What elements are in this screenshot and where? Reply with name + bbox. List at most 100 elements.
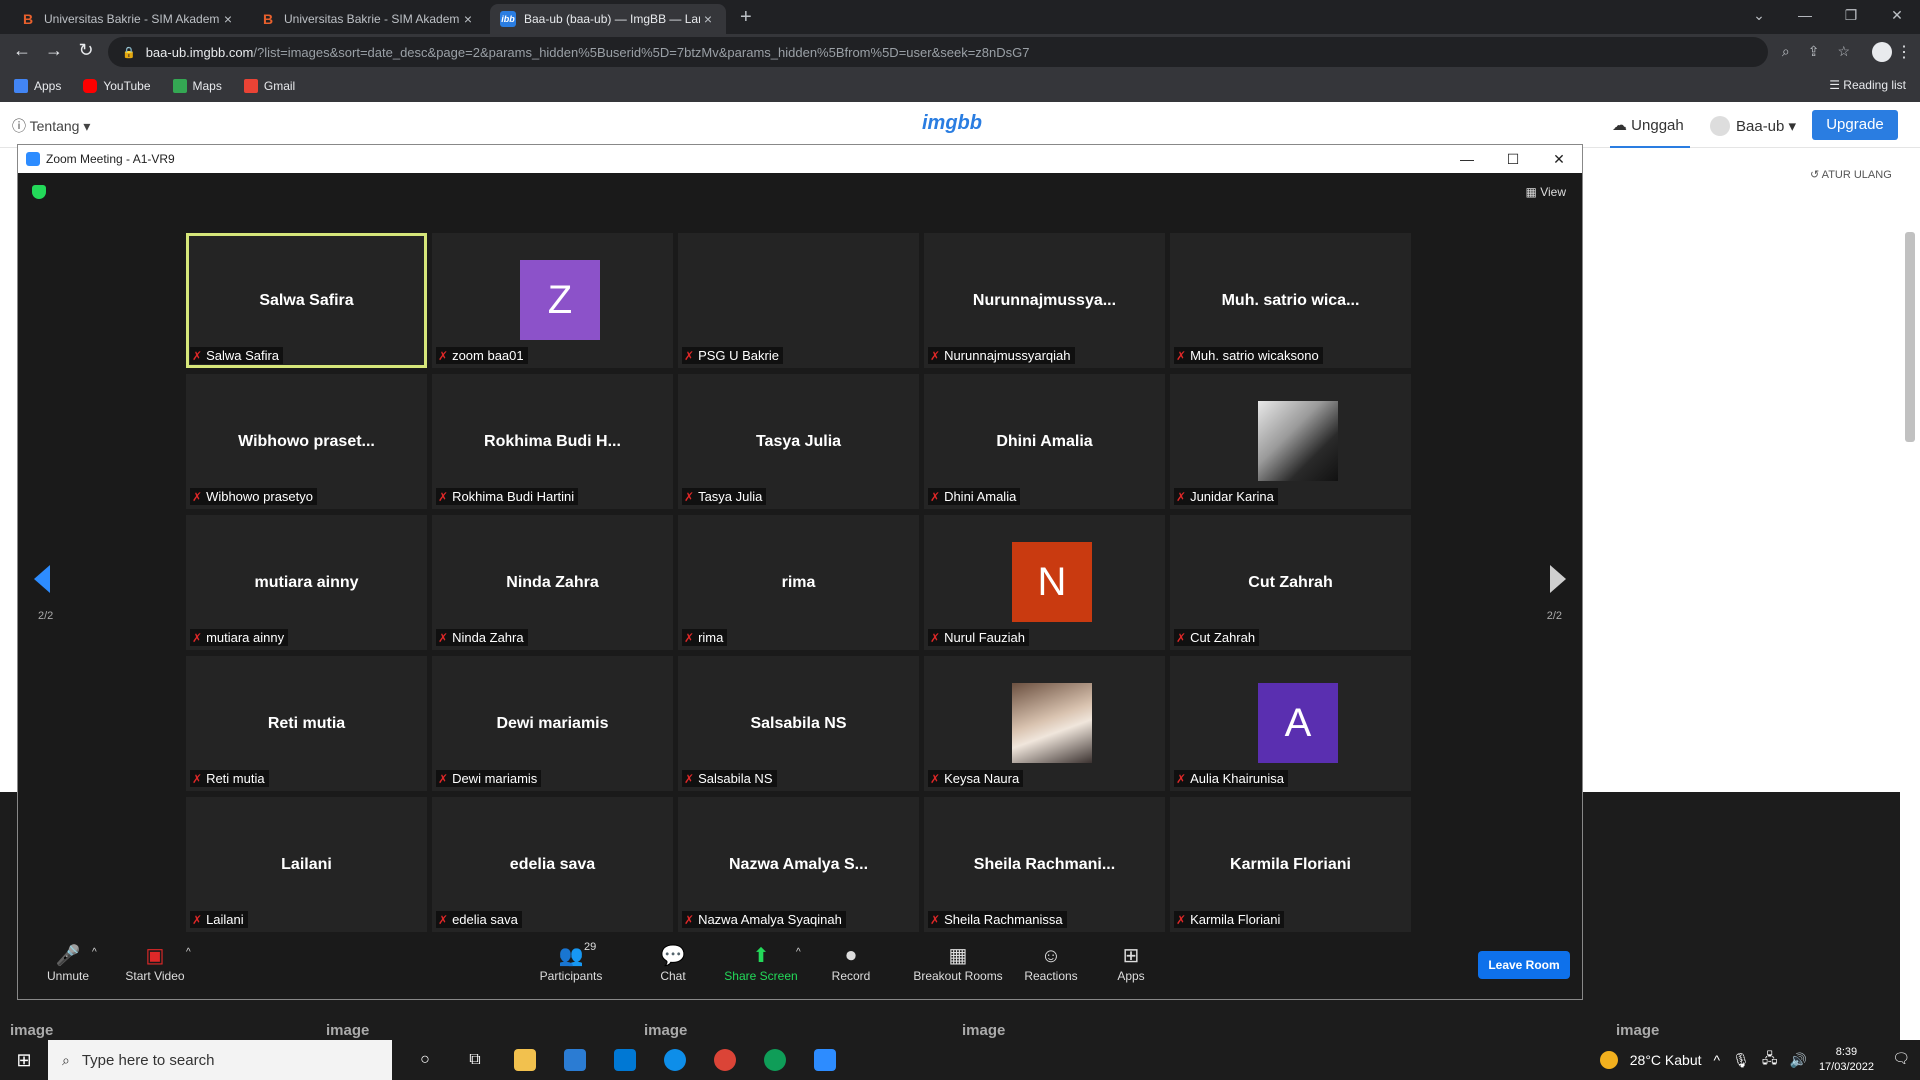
- bookmark-star-icon[interactable]: ☆: [1837, 43, 1850, 60]
- participants-button[interactable]: 👥 Participants: [526, 943, 616, 983]
- restore-button[interactable]: ❐: [1828, 0, 1874, 34]
- participant-tile[interactable]: N ✗ Nurul Fauziah: [924, 515, 1165, 650]
- participant-tile[interactable]: Tasya Julia ✗ Tasya Julia: [678, 374, 919, 509]
- participant-tile[interactable]: Ninda Zahra ✗ Ninda Zahra: [432, 515, 673, 650]
- participant-tile[interactable]: ✗ Junidar Karina: [1170, 374, 1411, 509]
- zoom-app-icon[interactable]: [800, 1040, 850, 1080]
- chrome-menu-icon[interactable]: ⋮: [1896, 42, 1912, 62]
- chrome-icon[interactable]: [700, 1040, 750, 1080]
- tab-search-icon[interactable]: ⌄: [1736, 0, 1782, 34]
- taskbar-pinned-apps: ○ ⧉: [400, 1040, 850, 1080]
- apps-button[interactable]: ⊞ Apps: [1086, 943, 1176, 983]
- next-page-arrow-icon[interactable]: [1550, 565, 1566, 593]
- participant-tile[interactable]: Z ✗ zoom baa01: [432, 233, 673, 368]
- participant-tile[interactable]: Salwa Safira ✗ Salwa Safira: [186, 233, 427, 368]
- close-tab-icon[interactable]: ×: [700, 11, 716, 27]
- weather-icon[interactable]: [1599, 1051, 1618, 1069]
- participant-tile[interactable]: Karmila Floriani ✗ Karmila Floriani: [1170, 797, 1411, 932]
- reading-list-button[interactable]: ☰ Reading list: [1829, 78, 1906, 92]
- zoom-close-button[interactable]: ✕: [1536, 145, 1582, 173]
- unggah-button[interactable]: ☁ Unggah: [1612, 116, 1684, 134]
- zoom-minimize-button[interactable]: —: [1444, 145, 1490, 173]
- participant-name-label: ✗ Muh. satrio wicaksono: [1174, 347, 1323, 364]
- participant-tile[interactable]: edelia sava ✗ edelia sava: [432, 797, 673, 932]
- participant-tile[interactable]: mutiara ainny ✗ mutiara ainny: [186, 515, 427, 650]
- view-label: View: [1540, 185, 1566, 199]
- profile-avatar-icon[interactable]: [1872, 42, 1892, 62]
- mail-icon[interactable]: [600, 1040, 650, 1080]
- participant-tile[interactable]: Lailani ✗ Lailani: [186, 797, 427, 932]
- bookmark-gmail[interactable]: Gmail: [243, 79, 295, 93]
- participant-tile[interactable]: Reti mutia ✗ Reti mutia: [186, 656, 427, 791]
- cortana-icon[interactable]: ○: [400, 1040, 450, 1080]
- muted-mic-icon: ✗: [438, 348, 449, 363]
- page-scrollbar[interactable]: [1905, 232, 1915, 442]
- participant-tile[interactable]: Wibhowo praset... ✗ Wibhowo prasetyo: [186, 374, 427, 509]
- account-menu[interactable]: Baa-ub ▾: [1710, 116, 1796, 136]
- close-tab-icon[interactable]: ×: [220, 11, 236, 27]
- reactions-button[interactable]: ☺ Reactions: [1006, 943, 1096, 983]
- share-icon[interactable]: ⇪: [1808, 43, 1820, 60]
- share-options-caret-icon[interactable]: ^: [796, 947, 801, 958]
- participant-tile[interactable]: Nurunnajmussya... ✗ Nurunnajmussyarqiah: [924, 233, 1165, 368]
- bookmark-maps[interactable]: Maps: [172, 79, 222, 93]
- participant-tile[interactable]: Salsabila NS ✗ Salsabila NS: [678, 656, 919, 791]
- record-button[interactable]: ⏺ Record: [806, 943, 896, 983]
- new-tab-button[interactable]: +: [740, 6, 752, 29]
- upgrade-button[interactable]: Upgrade: [1812, 110, 1898, 140]
- leave-room-button[interactable]: Leave Room: [1478, 951, 1570, 979]
- imgbb-logo[interactable]: imgbb: [922, 112, 982, 135]
- breakout-rooms-button[interactable]: ▦ Breakout Rooms: [898, 943, 1018, 983]
- zoom-maximize-button[interactable]: ☐: [1490, 145, 1536, 173]
- participant-tile[interactable]: Sheila Rachmani... ✗ Sheila Rachmanissa: [924, 797, 1165, 932]
- zoom-icon[interactable]: ⌕: [1782, 43, 1790, 60]
- encryption-shield-icon[interactable]: [32, 185, 46, 199]
- windows-start-icon[interactable]: ⊞: [0, 1040, 48, 1080]
- microphone-icon[interactable]: 🎙: [1732, 1052, 1750, 1069]
- address-bar[interactable]: 🔒 baa-ub.imgbb.com /?list=images&sort=da…: [108, 37, 1768, 67]
- taskbar-search-box[interactable]: ⌕ Type here to search: [48, 1040, 392, 1080]
- chat-button[interactable]: 💬 Chat: [628, 943, 718, 983]
- reload-icon[interactable]: ↻: [74, 40, 98, 61]
- microsoft-store-icon[interactable]: [550, 1040, 600, 1080]
- task-view-icon[interactable]: ⧉: [450, 1040, 500, 1080]
- participant-tile[interactable]: Rokhima Budi H... ✗ Rokhima Budi Hartini: [432, 374, 673, 509]
- network-icon[interactable]: 🖧: [1762, 1048, 1778, 1072]
- tray-overflow-icon[interactable]: ^: [1714, 1052, 1721, 1068]
- unmute-button[interactable]: 🎤 Unmute: [23, 943, 113, 983]
- participant-tile[interactable]: ✗ PSG U Bakrie: [678, 233, 919, 368]
- previous-page-arrow-icon[interactable]: [34, 565, 50, 593]
- notification-center-icon[interactable]: 🗨: [1892, 1050, 1910, 1067]
- participant-tile[interactable]: Cut Zahrah ✗ Cut Zahrah: [1170, 515, 1411, 650]
- participant-tile[interactable]: rima ✗ rima: [678, 515, 919, 650]
- video-options-caret-icon[interactable]: ^: [186, 947, 191, 958]
- close-tab-icon[interactable]: ×: [460, 11, 476, 27]
- participant-tile[interactable]: Nazwa Amalya S... ✗ Nazwa Amalya Syaqinah: [678, 797, 919, 932]
- minimize-button[interactable]: —: [1782, 0, 1828, 34]
- bookmark-apps[interactable]: Apps: [14, 79, 61, 93]
- back-arrow-icon[interactable]: ←: [10, 40, 34, 61]
- participant-name-label: ✗ Salsabila NS: [682, 770, 777, 787]
- atur-ulang-link[interactable]: ↺ ATUR ULANG: [1810, 168, 1892, 181]
- participant-tile[interactable]: Dhini Amalia ✗ Dhini Amalia: [924, 374, 1165, 509]
- teamviewer-icon[interactable]: [650, 1040, 700, 1080]
- browser-tab-active[interactable]: ibb Baa-ub (baa-ub) — ImgBB — Lar ×: [490, 4, 726, 34]
- browser-tab[interactable]: B Universitas Bakrie - SIM Akadem ×: [10, 4, 246, 34]
- taskbar-clock[interactable]: 8:39 17/03/2022: [1819, 1045, 1874, 1075]
- share-screen-button[interactable]: ⬆ Share Screen: [716, 943, 806, 983]
- bookmark-youtube[interactable]: YouTube: [83, 79, 151, 93]
- participant-tile[interactable]: Muh. satrio wica... ✗ Muh. satrio wicakson…: [1170, 233, 1411, 368]
- chrome-profile-icon[interactable]: [750, 1040, 800, 1080]
- file-explorer-icon[interactable]: [500, 1040, 550, 1080]
- participant-tile[interactable]: A ✗ Aulia Khairunisa: [1170, 656, 1411, 791]
- weather-text[interactable]: 28°C Kabut: [1630, 1052, 1702, 1068]
- browser-tab[interactable]: B Universitas Bakrie - SIM Akadem ×: [250, 4, 486, 34]
- forward-arrow-icon[interactable]: →: [42, 40, 66, 61]
- participant-tile[interactable]: Dewi mariamis ✗ Dewi mariamis: [432, 656, 673, 791]
- view-button[interactable]: ▦ View: [1526, 185, 1566, 199]
- audio-options-caret-icon[interactable]: ^: [92, 947, 97, 958]
- volume-icon[interactable]: 🔊: [1790, 1052, 1807, 1069]
- participant-tile[interactable]: ✗ Keysa Naura: [924, 656, 1165, 791]
- tentang-menu[interactable]: ⓘ Tentang ▾: [12, 116, 90, 136]
- close-window-button[interactable]: ✕: [1874, 0, 1920, 34]
